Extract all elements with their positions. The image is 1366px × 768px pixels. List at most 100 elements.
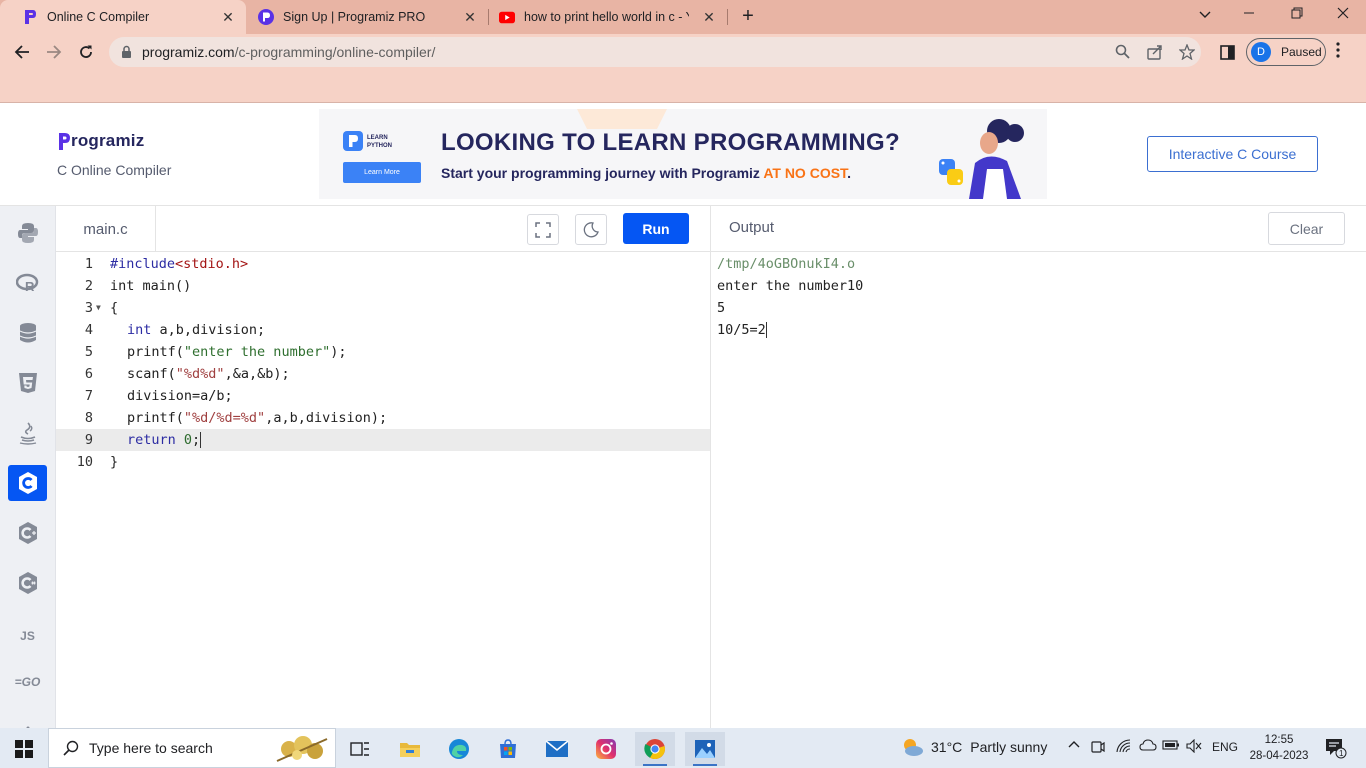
close-tab-icon[interactable]: ✕ (220, 9, 236, 25)
programiz-logo[interactable]: rogramiz (57, 131, 144, 151)
banner-headline: LOOKING TO LEARN PROGRAMMING? (441, 129, 900, 156)
code-token: printf( (127, 410, 184, 426)
go-icon[interactable]: =GO (8, 664, 47, 700)
show-hidden-icons-icon[interactable] (1068, 738, 1080, 753)
line-number: 6 (84, 366, 93, 382)
text-cursor (200, 432, 202, 448)
java-icon[interactable] (8, 415, 47, 451)
clock-time: 12:55 (1264, 734, 1294, 746)
edge-browser-icon[interactable] (439, 732, 479, 766)
code-line: 1 #include<stdio.h> (56, 253, 710, 275)
taskbar-clock[interactable]: 12:55 28-04-2023 (1248, 732, 1310, 764)
programiz-favicon-icon (22, 9, 38, 25)
side-panel-icon[interactable] (1216, 41, 1238, 63)
photos-app-icon[interactable] (685, 732, 725, 766)
fullscreen-button[interactable] (527, 214, 559, 245)
output-line: 5 (717, 300, 726, 316)
tab-search-chevron-icon[interactable] (1194, 6, 1216, 26)
profile-status: Paused (1281, 45, 1322, 59)
output-line-last: 10/5=2 (717, 319, 767, 341)
windows-start-icon[interactable] (15, 740, 33, 763)
tagline-suffix: . (847, 165, 851, 181)
sql-icon[interactable] (8, 315, 47, 351)
search-icon (63, 740, 79, 756)
csharp-icon[interactable] (8, 565, 47, 601)
input-language-indicator[interactable]: ENG (1212, 740, 1238, 754)
file-explorer-icon[interactable] (390, 732, 430, 766)
more-languages-icon[interactable] (8, 710, 47, 728)
output-console[interactable]: /tmp/4oGBOnukI4.o enter the number10 5 1… (710, 252, 1366, 728)
language-sidebar: R JS =GO (0, 206, 56, 728)
chrome-icon[interactable] (635, 732, 675, 766)
microsoft-store-icon[interactable] (488, 732, 528, 766)
share-icon[interactable] (1147, 44, 1163, 60)
code-token: "enter the number" (183, 344, 331, 360)
line-number: 2 (84, 278, 93, 294)
code-token: 0 (175, 432, 193, 448)
reload-icon[interactable] (75, 41, 97, 63)
close-window-icon[interactable] (1332, 6, 1354, 26)
fullscreen-icon (535, 221, 551, 238)
mail-icon[interactable] (537, 732, 577, 766)
clear-button[interactable]: Clear (1268, 212, 1345, 245)
volume-muted-icon[interactable] (1186, 738, 1202, 756)
wifi-icon[interactable] (1116, 739, 1132, 756)
more-menu-icon[interactable] (1336, 42, 1340, 63)
python-icon[interactable] (8, 215, 47, 251)
tab-youtube-hello-world[interactable]: how to print hello world in c - Yo ✕ (489, 0, 727, 34)
r-icon[interactable]: R (8, 265, 47, 301)
interactive-c-course-button[interactable]: Interactive C Course (1147, 136, 1318, 172)
code-token: #include (110, 256, 176, 272)
dark-mode-button[interactable] (575, 214, 607, 245)
back-arrow-icon[interactable] (11, 41, 33, 63)
task-view-icon[interactable] (340, 732, 380, 766)
code-token: printf( (127, 344, 184, 360)
taskbar-search-box[interactable]: Type here to search (48, 728, 336, 768)
site-header: rogramiz C Online Compiler LEARN PYTHON … (0, 103, 1366, 206)
notification-center-icon[interactable]: 1 (1325, 737, 1347, 762)
onedrive-icon[interactable] (1139, 739, 1157, 754)
code-editor[interactable]: 1 #include<stdio.h> 2 int main() 3 ▼ { 4… (56, 252, 710, 728)
line-number: 9 (84, 432, 93, 448)
url-text[interactable]: programiz.com/c-programming/online-compi… (142, 44, 435, 60)
youtube-favicon-icon (499, 9, 515, 25)
tab-sign-up-programiz-pro[interactable]: Sign Up | Programiz PRO ✕ (246, 0, 488, 34)
cpp-icon[interactable] (8, 515, 47, 551)
code-line: 2 int main() (56, 275, 710, 297)
tab-title: how to print hello world in c - Yo (524, 10, 689, 24)
weather-widget[interactable]: 31°C Partly sunny (900, 736, 1047, 758)
badge-text-line2: PYTHON (367, 143, 392, 149)
file-tab-main-c[interactable]: main.c (56, 206, 156, 252)
profile-button[interactable]: D Paused (1246, 38, 1326, 66)
minimize-window-icon[interactable] (1238, 6, 1260, 26)
learn-more-button[interactable]: Learn More (343, 162, 421, 183)
tab-title: Sign Up | Programiz PRO (283, 10, 426, 24)
editor-header: main.c Run (56, 206, 710, 252)
instagram-icon[interactable] (586, 732, 626, 766)
c-icon[interactable] (8, 465, 47, 501)
address-bar[interactable]: programiz.com/c-programming/online-compi… (109, 37, 1201, 67)
code-text: { (110, 300, 119, 316)
text-cursor (765, 322, 767, 338)
programiz-pro-favicon-icon (258, 9, 274, 25)
code-token: a,b,division; (151, 322, 266, 338)
search-page-icon[interactable] (1115, 44, 1131, 60)
programiz-logo-icon (59, 133, 70, 150)
bookmark-star-icon[interactable] (1178, 43, 1196, 61)
battery-icon[interactable] (1162, 739, 1180, 754)
close-tab-icon[interactable]: ✕ (462, 9, 478, 25)
code-token: <stdio.h> (175, 256, 249, 272)
run-button[interactable]: Run (623, 213, 689, 244)
meet-now-icon[interactable] (1091, 739, 1105, 758)
new-tab-button[interactable]: + (737, 5, 759, 27)
html5-icon[interactable] (8, 365, 47, 401)
fold-arrow-icon[interactable]: ▼ (96, 297, 101, 319)
tab-online-c-compiler[interactable]: Online C Compiler ✕ (0, 0, 246, 34)
code-text: int a,b,division; (127, 319, 265, 341)
ad-banner[interactable]: LEARN PYTHON Learn More LOOKING TO LEARN… (319, 109, 1047, 199)
javascript-icon[interactable]: JS (8, 618, 47, 654)
close-tab-icon[interactable]: ✕ (701, 9, 717, 25)
restore-window-icon[interactable] (1286, 6, 1308, 26)
lock-icon[interactable] (121, 45, 132, 64)
forward-arrow-icon[interactable] (43, 41, 65, 63)
